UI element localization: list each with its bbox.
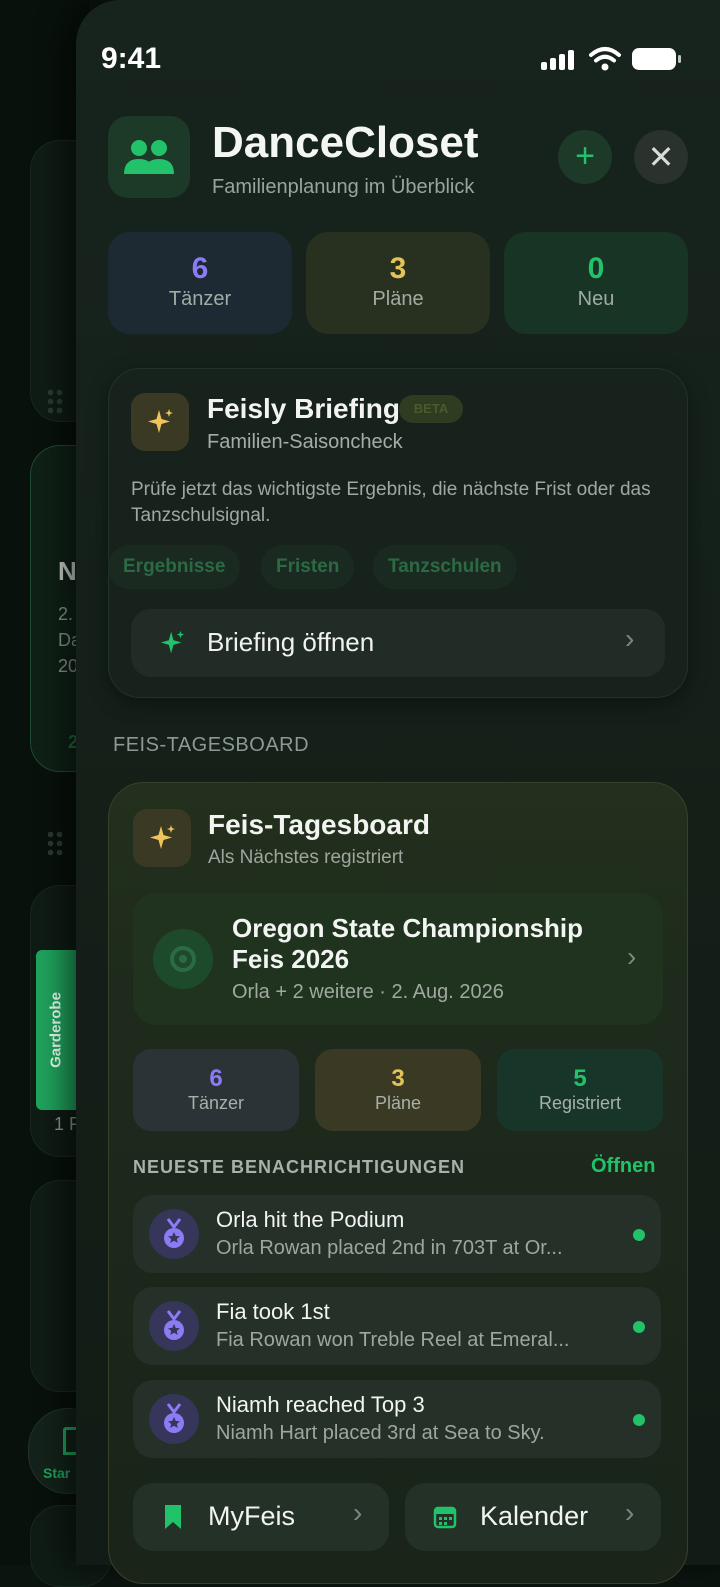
briefing-title: Feisly Briefing: [207, 393, 400, 424]
bookmark-icon: [165, 1505, 181, 1529]
open-briefing-label: Briefing öffnen: [207, 627, 375, 657]
family-icon: [108, 116, 190, 198]
chevron-right-icon: ›: [353, 1497, 363, 1528]
status-bar: 9:41: [101, 38, 681, 82]
notification-body: Fia Rowan won Treble Reel at Emeral...: [216, 1329, 570, 1351]
stat-plans[interactable]: 3 Pläne: [306, 232, 490, 334]
wardrobe-tab-label: Garderobe: [47, 992, 65, 1068]
calendar-button[interactable]: Kalender ›: [405, 1483, 661, 1551]
close-button[interactable]: ✕: [634, 130, 688, 184]
sparkles-icon: [160, 630, 185, 654]
event-meta: Orla + 2 weitere · 2. Aug. 2026: [232, 981, 504, 1003]
chevron-right-icon: ›: [625, 623, 635, 654]
overview-sheet: 9:41 DanceCloset Familienplanung im Über…: [76, 0, 720, 1584]
open-briefing-button[interactable]: Briefing öffnen ›: [131, 609, 665, 677]
unread-dot: [633, 1321, 645, 1333]
stat-label: Pläne: [372, 288, 424, 310]
next-event-card[interactable]: Oregon State Championship Feis 2026 Orla…: [133, 893, 663, 1025]
add-button[interactable]: +: [558, 130, 612, 184]
unread-dot: [633, 1414, 645, 1426]
stat-value: 0: [587, 252, 605, 285]
notification-item[interactable]: Orla hit the Podium Orla Rowan placed 2n…: [133, 1195, 661, 1273]
notification-title: Orla hit the Podium: [216, 1207, 405, 1232]
chip-dance-schools[interactable]: Tanzschulen: [373, 545, 517, 589]
mini-stat-label: Registriert: [538, 1093, 622, 1113]
wardrobe-tab[interactable]: Garderobe: [36, 950, 76, 1110]
event-icon: [153, 929, 213, 989]
stat-new[interactable]: 0 Neu: [504, 232, 688, 334]
notification-body: Orla Rowan placed 2nd in 703T at Or...: [216, 1237, 563, 1259]
status-time: 9:41: [101, 42, 162, 75]
app-title: DanceCloset: [212, 118, 479, 167]
background-text: 2.: [58, 604, 74, 624]
feis-board-card: Feis-Tagesboard Als Nächstes registriert…: [108, 782, 688, 1584]
battery-icon: [632, 48, 681, 70]
beta-badge: BETA: [399, 395, 463, 423]
background-heading: N: [58, 556, 77, 586]
home-tab-label: Star: [43, 1465, 71, 1481]
sparkles-icon: [133, 809, 191, 867]
mini-stat-value: 6: [209, 1065, 223, 1092]
cellular-signal-icon: [541, 50, 577, 70]
myfeis-button[interactable]: MyFeis ›: [133, 1483, 389, 1551]
unread-dot: [633, 1229, 645, 1241]
stat-dancers[interactable]: 6 Tänzer: [108, 232, 292, 334]
drag-handle-icon: [46, 388, 64, 414]
notification-item[interactable]: Fia took 1st Fia Rowan won Treble Reel a…: [133, 1287, 661, 1365]
chevron-right-icon: ›: [627, 941, 637, 972]
briefing-subtitle: Familien-Saisoncheck: [207, 431, 403, 453]
notifications-heading: NEUESTE BENACHRICHTIGUNGEN: [133, 1157, 466, 1177]
app-subtitle: Familienplanung im Überblick: [212, 176, 475, 198]
medal-icon: [149, 1209, 199, 1259]
board-subtitle: Als Nächstes registriert: [208, 847, 404, 868]
chevron-right-icon: ›: [625, 1497, 635, 1528]
section-title: FEIS-TAGESBOARD: [113, 734, 310, 756]
calendar-label: Kalender: [480, 1501, 589, 1531]
medal-icon: [149, 1301, 199, 1351]
sparkles-icon: [131, 393, 189, 451]
notification-body: Niamh Hart placed 3rd at Sea to Sky.: [216, 1422, 545, 1444]
medal-icon: [149, 1394, 199, 1444]
briefing-description: Prüfe jetzt das wichtigste Ergebnis, die…: [131, 479, 651, 526]
stat-label: Neu: [577, 288, 615, 310]
stat-value: 6: [191, 252, 209, 285]
stat-label: Tänzer: [168, 288, 232, 310]
mini-stat-label: Tänzer: [187, 1093, 245, 1113]
stat-value: 3: [389, 252, 407, 285]
briefing-card: Feisly Briefing BETA Familien-Saisonchec…: [108, 368, 688, 698]
notification-title: Fia took 1st: [216, 1299, 330, 1324]
chip-results[interactable]: Ergebnisse: [108, 545, 241, 589]
mini-stat-registered[interactable]: 5 Registriert: [497, 1049, 663, 1131]
myfeis-label: MyFeis: [208, 1501, 295, 1531]
notification-item[interactable]: Niamh reached Top 3 Niamh Hart placed 3r…: [133, 1380, 661, 1458]
board-title: Feis-Tagesboard: [208, 809, 430, 840]
mini-stat-value: 5: [573, 1065, 587, 1092]
chip-deadlines[interactable]: Fristen: [261, 545, 355, 589]
mini-stat-label: Pläne: [374, 1093, 422, 1113]
calendar-icon: [433, 1506, 457, 1529]
mini-stat-value: 3: [391, 1065, 405, 1092]
drag-handle-icon: [46, 830, 64, 856]
event-title: Oregon State Championship Feis 2026: [232, 913, 584, 974]
mini-stat-plans[interactable]: 3 Pläne: [315, 1049, 481, 1131]
notification-title: Niamh reached Top 3: [216, 1392, 425, 1417]
wifi-icon: [589, 47, 621, 71]
mini-stat-dancers[interactable]: 6 Tänzer: [133, 1049, 299, 1131]
notifications-open-link[interactable]: Öffnen: [591, 1155, 655, 1178]
